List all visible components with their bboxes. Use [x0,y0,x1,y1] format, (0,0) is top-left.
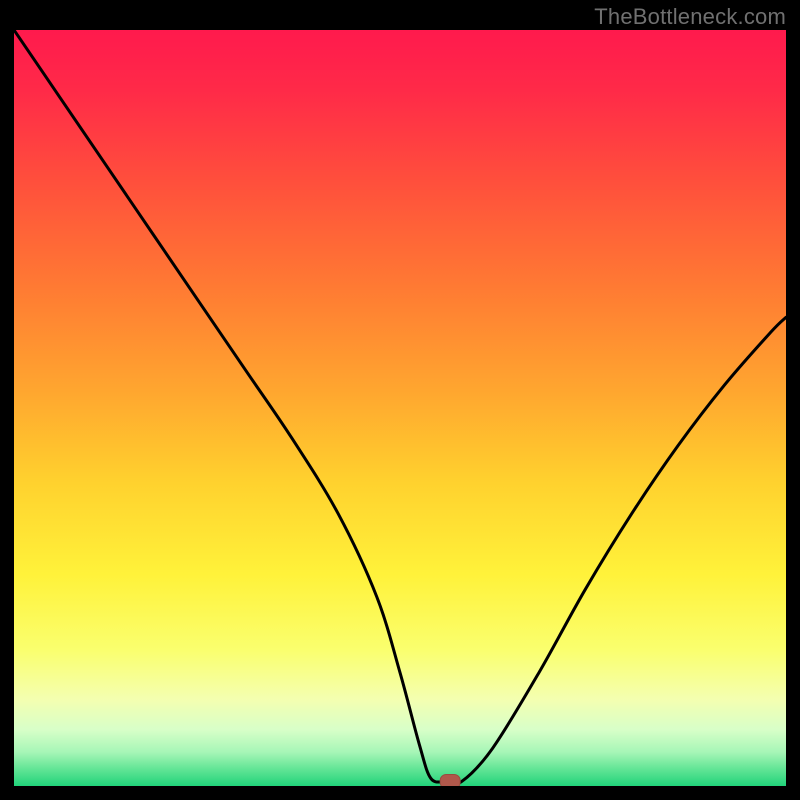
chart-svg [14,30,786,786]
plot-area [14,30,786,786]
optimal-point-marker [440,774,460,786]
watermark-text: TheBottleneck.com [594,4,786,30]
chart-frame: TheBottleneck.com [0,0,800,800]
